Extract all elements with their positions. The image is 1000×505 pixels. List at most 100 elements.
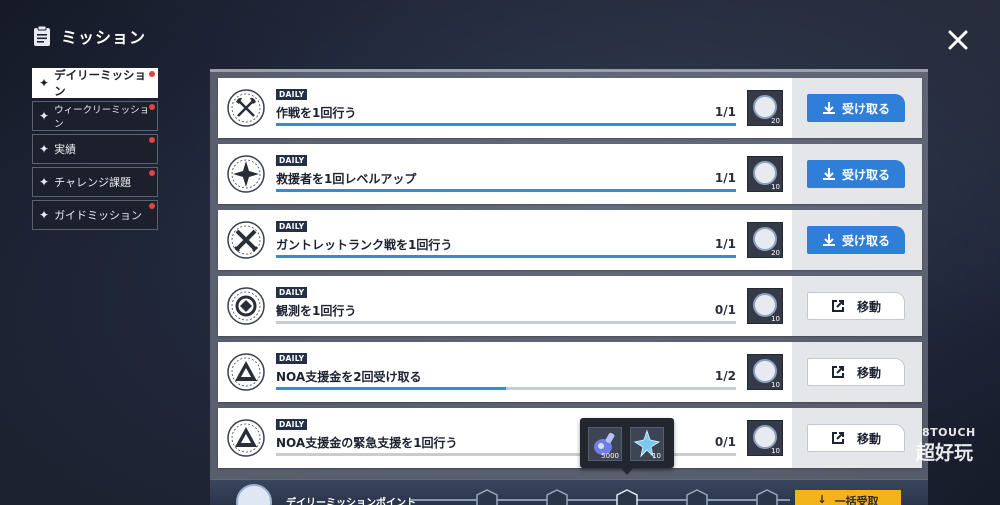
close-icon [948, 30, 968, 50]
nav-item-achievements[interactable]: ✦ 実績 [32, 134, 158, 164]
page-header: ミッション [33, 24, 146, 48]
external-link-icon [831, 300, 844, 312]
reward-item[interactable]: 20 [747, 90, 783, 126]
claim-button[interactable]: 受け取る [807, 160, 905, 188]
mission-title: 救援者を1回レベルアップ [276, 172, 417, 186]
move-button[interactable]: 移動 [807, 292, 905, 320]
crossed-swords-icon [226, 220, 266, 260]
mission-action-area: 移動 [792, 408, 922, 468]
mission-action-area: 受け取る [792, 78, 922, 138]
mission-title: 作戦を1回行う [276, 106, 357, 120]
compass-star-icon [226, 154, 266, 194]
reward-milestone-icon[interactable] [756, 489, 778, 505]
mission-progress: 1/1 [714, 237, 736, 251]
nav-item-challenge[interactable]: ✦ チャレンジ課題 [32, 167, 158, 197]
claim-button[interactable]: 受け取る [807, 226, 905, 254]
progress-bar-fill [276, 255, 736, 258]
mission-progress: 1/1 [714, 171, 736, 185]
nav-item-label: チャレンジ課題 [54, 176, 131, 189]
reward-milestone-icon[interactable] [546, 489, 568, 505]
move-button-label: 移動 [856, 365, 881, 380]
watermark-text: 超好玩 [916, 442, 974, 464]
reward-milestone-icon[interactable] [476, 489, 498, 505]
tooltip-reward-item: 10 [630, 427, 664, 461]
nav-item-label: ウィークリーミッション [54, 105, 150, 130]
claim-all-label: 一括受取 [834, 495, 879, 505]
tooltip-reward-quantity: 10 [652, 452, 661, 460]
nav-item-guide[interactable]: ✦ ガイドミッション [32, 200, 158, 230]
mission-title: NOA支援金を2回受け取る [276, 370, 422, 384]
move-button-label: 移動 [856, 431, 881, 446]
mission-action-area: 移動 [792, 342, 922, 402]
daily-tag: DAILY [276, 89, 308, 100]
daily-tag: DAILY [276, 353, 308, 364]
clipboard-icon [33, 25, 51, 47]
move-button[interactable]: 移動 [807, 358, 905, 386]
observation-icon [226, 286, 266, 326]
mission-progress: 0/1 [714, 435, 736, 449]
notification-badge [149, 71, 155, 77]
reward-item[interactable]: 10 [747, 156, 783, 192]
sparkle-icon: ✦ [39, 175, 50, 189]
mission-progress: 1/1 [714, 105, 736, 119]
claim-button-label: 受け取る [841, 233, 890, 248]
sparkle-icon: ✦ [39, 208, 50, 222]
mission-row: DAILY ガントレットランク戦を1回行う 1/1 20 受け取る [218, 210, 922, 270]
daily-tag: DAILY [276, 221, 308, 232]
close-button[interactable] [944, 26, 972, 54]
reward-quantity: 10 [771, 183, 780, 191]
reward-item[interactable]: 10 [747, 354, 783, 390]
mission-row: DAILY NOA支援金の緊急支援を1回行う 0/1 10 移動 [218, 408, 922, 468]
notification-badge [149, 104, 155, 110]
mission-row: DAILY 観測を1回行う 0/1 10 移動 [218, 276, 922, 336]
external-link-icon [831, 366, 844, 378]
download-icon: ↓ [817, 493, 827, 505]
tooltip-arrow [620, 467, 634, 475]
mission-action-area: 受け取る [792, 210, 922, 270]
mission-progress: 1/2 [714, 369, 736, 383]
sparkle-icon: ✦ [39, 76, 50, 90]
nav-item-label: 実績 [54, 143, 77, 156]
tooltip-reward-quantity: 5000 [601, 452, 619, 460]
daily-tag: DAILY [276, 419, 308, 430]
reward-item[interactable]: 10 [747, 420, 783, 456]
claim-button-label: 受け取る [841, 101, 890, 116]
mission-list-panel: DAILY 作戦を1回行う 1/1 20 受け取る DAILY 救援者を1回レベ… [210, 69, 928, 479]
download-icon [822, 234, 835, 246]
nav-item-daily[interactable]: ✦ デイリーミッション [32, 68, 158, 98]
notification-badge [149, 137, 155, 143]
points-label: デイリーミッションポイント [286, 498, 416, 505]
move-button[interactable]: 移動 [807, 424, 905, 452]
reward-quantity: 10 [771, 315, 780, 323]
mission-title: ガントレットランク戦を1回行う [276, 238, 453, 252]
crossed-axes-icon [226, 88, 266, 128]
reward-item[interactable]: 10 [747, 288, 783, 324]
mission-action-area: 移動 [792, 276, 922, 336]
claim-button[interactable]: 受け取る [807, 94, 905, 122]
nav-item-label: ガイドミッション [54, 209, 143, 222]
notification-badge [149, 203, 155, 209]
progress-bar-fill [276, 123, 736, 126]
nav-item-label: デイリーミッション [54, 68, 147, 98]
reward-quantity: 10 [771, 381, 780, 389]
reward-quantity: 10 [771, 447, 780, 455]
claim-all-button[interactable]: ↓ 一括受取 [795, 490, 901, 505]
nav-item-weekly[interactable]: ✦ ウィークリーミッション [32, 101, 158, 131]
download-icon [822, 168, 835, 180]
download-icon [822, 102, 835, 114]
tooltip-reward-item: 5000 [588, 427, 622, 461]
reward-milestone-icon[interactable] [616, 489, 638, 505]
sparkle-icon: ✦ [39, 109, 50, 123]
daily-points-bar: デイリーミッションポイント ↓ 一括受取 [210, 479, 928, 505]
mission-row: DAILY NOA支援金を2回受け取る 1/2 10 移動 [218, 342, 922, 402]
mission-title: NOA支援金の緊急支援を1回行う [276, 436, 458, 450]
notification-badge [149, 170, 155, 176]
noa-triangle-icon [226, 418, 266, 458]
reward-milestone-icon[interactable] [686, 489, 708, 505]
progress-bar [276, 255, 736, 258]
daily-tag: DAILY [276, 155, 308, 166]
mission-row: DAILY 作戦を1回行う 1/1 20 受け取る [218, 78, 922, 138]
reward-item[interactable]: 20 [747, 222, 783, 258]
external-link-icon [831, 432, 844, 444]
sparkle-icon: ✦ [39, 142, 50, 156]
